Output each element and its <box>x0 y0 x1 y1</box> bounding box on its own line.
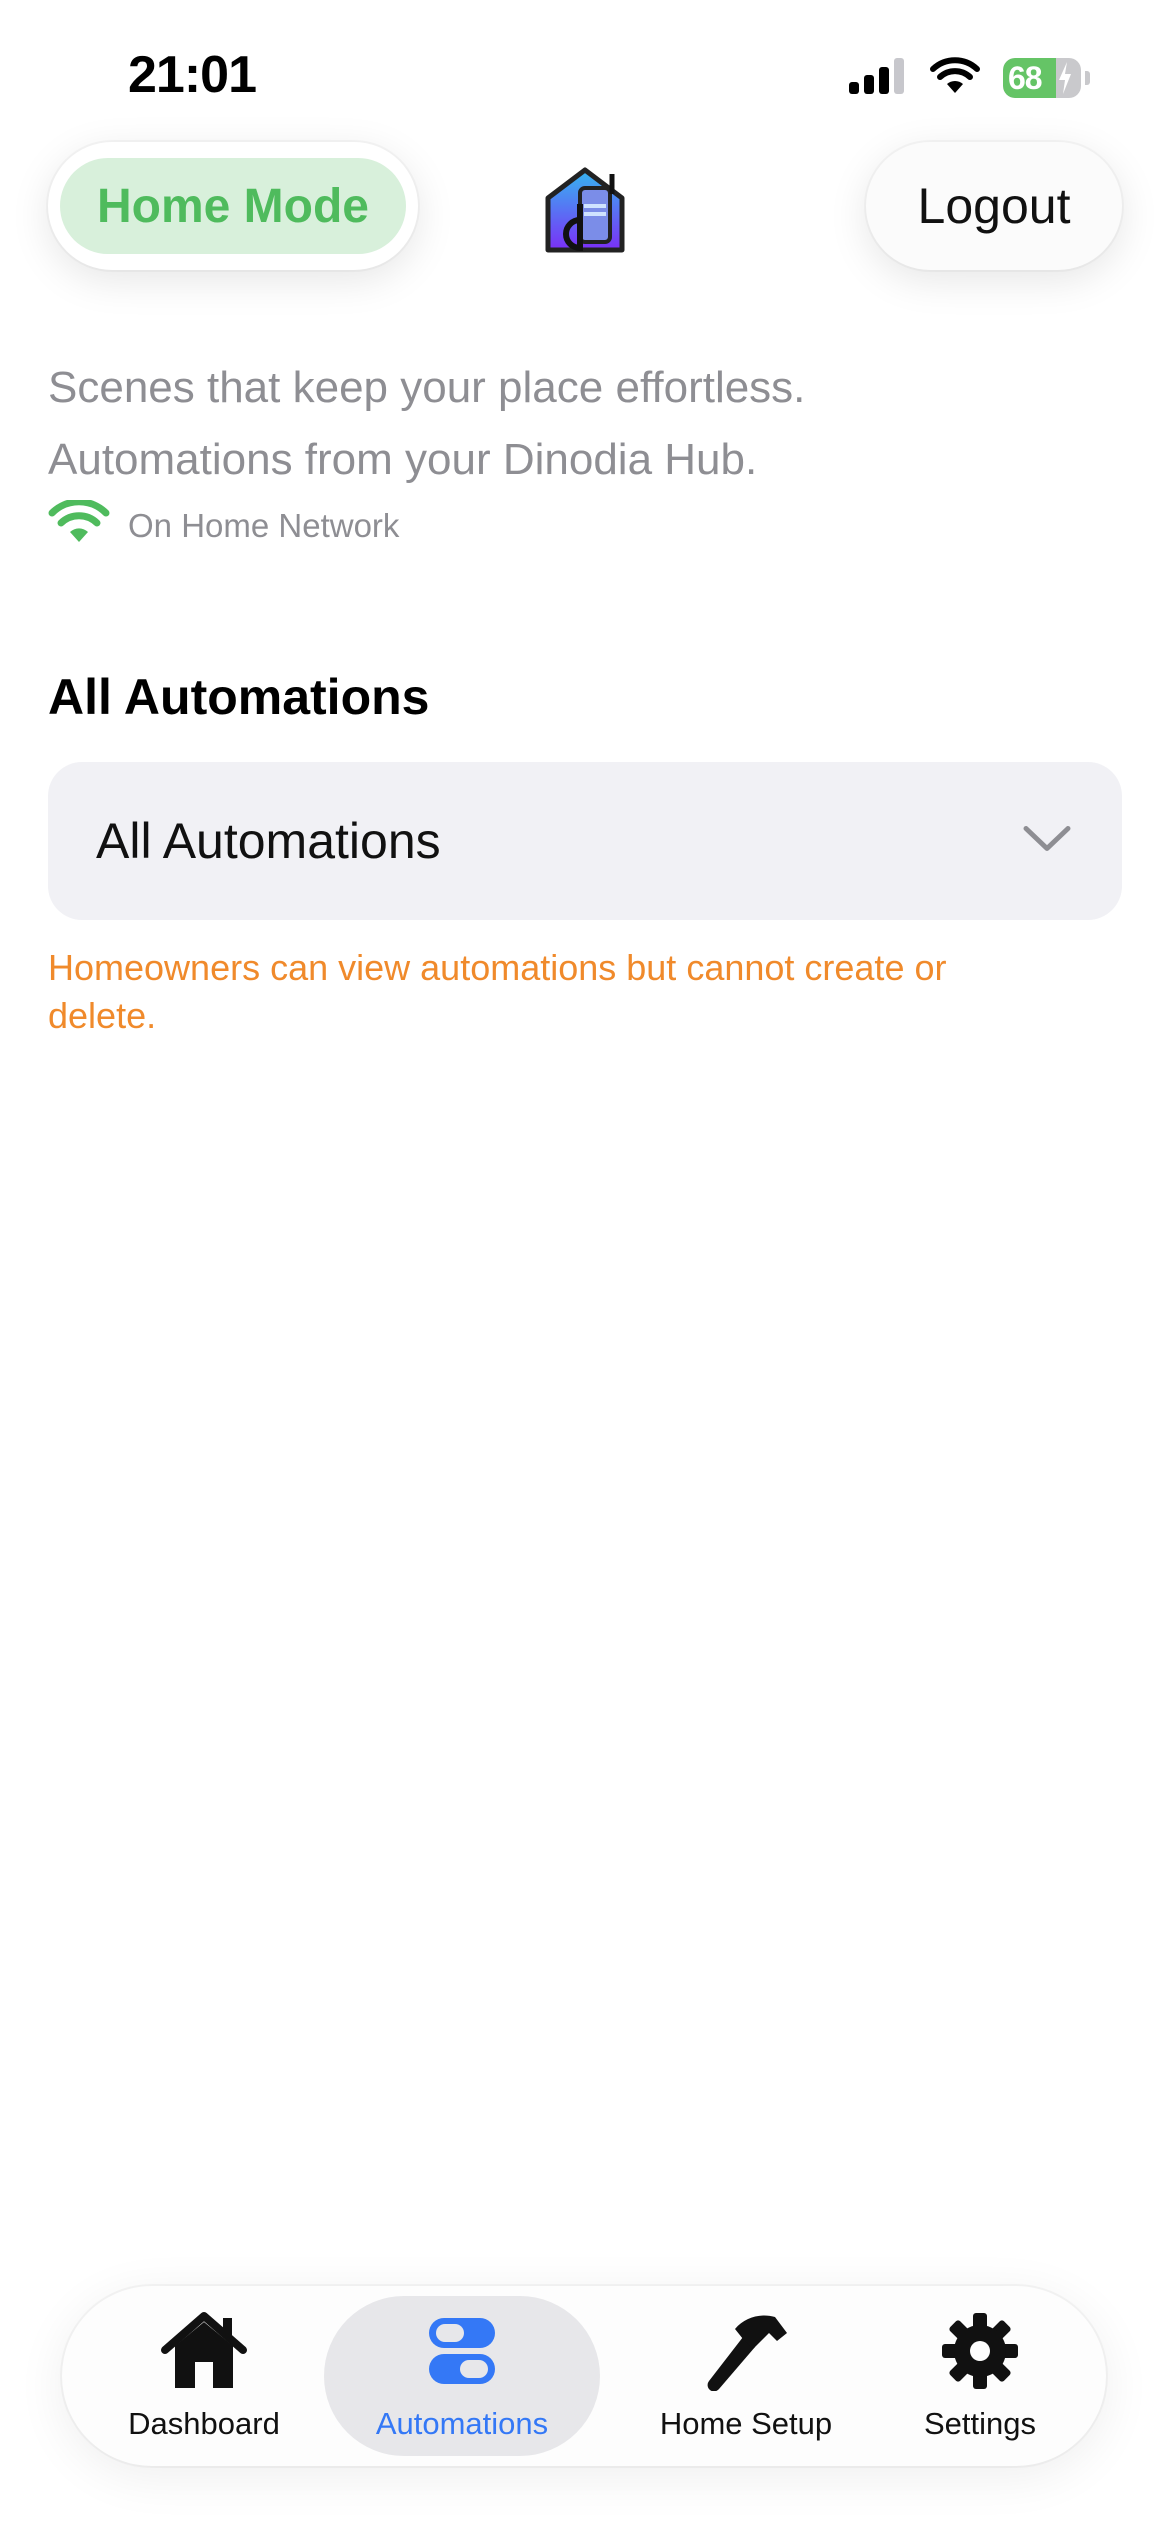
bottom-tab-bar: Dashboard Automations Home Setup Setting… <box>62 2286 1106 2466</box>
tab-home-setup-label: Home Setup <box>659 2406 833 2441</box>
tab-dashboard-label: Dashboard <box>128 2406 280 2441</box>
house-icon <box>159 2310 249 2392</box>
wifi-status-icon <box>48 498 110 552</box>
battery-cap <box>1085 71 1090 85</box>
wifi-icon <box>929 56 981 100</box>
status-icons: 68 <box>849 56 1090 100</box>
toggles-icon <box>417 2310 507 2392</box>
tab-automations-label: Automations <box>375 2406 549 2441</box>
permission-notice: Homeowners can view automations but cann… <box>48 947 947 1036</box>
bolt-icon <box>1057 62 1073 98</box>
tab-dashboard[interactable]: Dashboard <box>102 2296 306 2456</box>
intro-text: Scenes that keep your place effortless. … <box>48 352 1048 496</box>
cellular-signal-icon <box>849 57 907 99</box>
section-title: All Automations <box>48 669 430 725</box>
battery-charging-icon: 68 <box>1003 58 1081 98</box>
status-time: 21:01 <box>128 46 257 104</box>
chevron-down-icon <box>1022 824 1072 859</box>
logout-button[interactable]: Logout <box>866 142 1122 270</box>
home-mode-toggle[interactable]: Home Mode <box>48 142 418 270</box>
home-mode-label: Home Mode <box>60 158 406 254</box>
tab-home-setup[interactable]: Home Setup <box>628 2296 864 2456</box>
automation-filter-value: All Automations <box>96 813 441 869</box>
tab-settings-label: Settings <box>923 2406 1036 2441</box>
automation-filter-select[interactable]: All Automations <box>48 762 1122 920</box>
gear-icon <box>935 2310 1025 2392</box>
hammer-icon <box>701 2310 791 2392</box>
battery-percent: 68 <box>1008 59 1043 96</box>
tab-settings[interactable]: Settings <box>886 2296 1074 2456</box>
intro-line-2: Automations from your Dinodia Hub. <box>48 435 758 484</box>
network-status-label: On Home Network <box>128 507 400 544</box>
tab-automations[interactable]: Automations <box>324 2296 600 2456</box>
automations-screen: 21:01 68 Home Mode Logout Scenes that ke… <box>0 0 1170 2532</box>
network-status: On Home Network <box>48 498 400 552</box>
dinodia-logo-icon <box>540 164 630 254</box>
intro-line-1: Scenes that keep your place effortless. <box>48 363 806 412</box>
